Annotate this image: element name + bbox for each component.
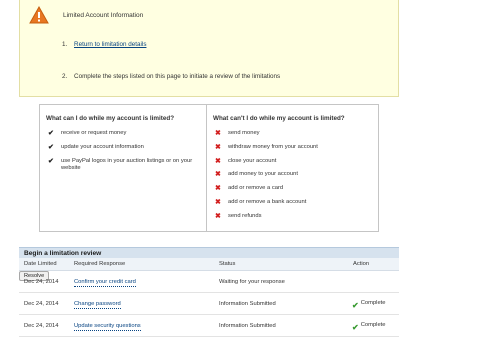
- row-date: Dec 24, 2014: [24, 301, 59, 307]
- col-required-response: Required Response: [74, 261, 126, 267]
- x-icon: ✖: [215, 198, 221, 206]
- confirm-credit-card-link[interactable]: Confirm your credit card: [74, 279, 136, 287]
- x-icon: ✖: [215, 171, 221, 179]
- col-status: Status: [219, 261, 236, 267]
- cannot-do-list: ✖ send money ✖ withdraw money from your ac…: [215, 130, 318, 226]
- check-icon: ✔: [48, 143, 54, 151]
- notice-step-1: 1. Return to limitation details: [62, 41, 146, 48]
- step-1-number: 1.: [62, 41, 68, 48]
- table-row: Dec 24, 2014 Update security questions I…: [19, 315, 399, 337]
- checkmark-icon: ✔: [352, 323, 359, 332]
- cannot-do-title: What can't I do while my account is limi…: [213, 115, 345, 122]
- review-table-title: Begin a limitation review: [19, 247, 399, 258]
- panel-divider: [206, 105, 207, 231]
- checkmark-icon: ✔: [352, 301, 359, 310]
- complete-status: ✔ Complete: [352, 300, 386, 310]
- can-do-item: ✔ receive or request money: [48, 130, 127, 137]
- notice-title: Limited Account Information: [63, 12, 144, 19]
- row-date: Dec 24, 2014: [24, 323, 59, 329]
- limitation-review-table: Begin a limitation review Date Limited R…: [19, 247, 399, 338]
- step-2-text: Complete the steps listed on this page t…: [74, 73, 281, 80]
- cannot-do-item: ✖ add or remove a bank account: [215, 198, 307, 206]
- x-icon: ✖: [215, 130, 221, 137]
- change-password-link[interactable]: Change password: [74, 301, 121, 309]
- review-table-header: Date Limited Required Response Status Ac…: [19, 258, 399, 271]
- cannot-do-item: ✖ add or remove a card: [215, 185, 284, 193]
- x-icon: ✖: [215, 157, 221, 165]
- can-do-title: What can I do while my account is limite…: [46, 115, 175, 122]
- row-status: Information Submitted: [219, 301, 276, 307]
- col-date-limited: Date Limited: [24, 261, 57, 267]
- col-action: Action: [353, 261, 370, 267]
- cannot-do-item: ✖ add money to your account: [215, 171, 298, 179]
- cannot-do-item: ✖ send refunds: [215, 212, 262, 220]
- account-capabilities-panel: What can I do while my account is limite…: [39, 104, 379, 232]
- table-row: Dec 24, 2014 Confirm your credit card Wa…: [19, 271, 399, 293]
- cannot-do-item: ✖ withdraw money from your account: [215, 143, 318, 151]
- notice-step-2: 2. Complete the steps listed on this pag…: [62, 73, 280, 80]
- check-icon: ✔: [48, 157, 54, 165]
- row-date: Dec 24, 2014: [24, 279, 59, 285]
- cannot-do-item: ✖ send money: [215, 130, 260, 137]
- table-row: Dec 24, 2014 Change password Information…: [19, 293, 399, 315]
- complete-status: ✔ Complete: [352, 322, 386, 332]
- update-security-questions-link[interactable]: Update security questions: [74, 323, 141, 331]
- x-icon: ✖: [215, 185, 221, 193]
- row-status: Information Submitted: [219, 323, 276, 329]
- can-do-list: ✔ receive or request money ✔ update your a…: [48, 130, 192, 179]
- can-do-item-continued: website: [61, 165, 81, 172]
- return-to-limitation-details-link[interactable]: Return to limitation details: [74, 41, 146, 48]
- cannot-do-item: ✖ close your account: [215, 157, 277, 165]
- can-do-item: ✔ use PayPal logos in your auction listin…: [48, 157, 193, 165]
- check-icon: ✔: [48, 130, 54, 137]
- limited-account-notice: Limited Account Information 1. Return to…: [19, 0, 399, 97]
- can-do-item: ✔ update your account information: [48, 143, 144, 151]
- x-icon: ✖: [215, 143, 221, 151]
- row-status: Waiting for your response: [219, 279, 285, 285]
- x-icon: ✖: [215, 212, 221, 220]
- warning-triangle-icon: [29, 6, 49, 24]
- step-2-number: 2.: [62, 73, 68, 80]
